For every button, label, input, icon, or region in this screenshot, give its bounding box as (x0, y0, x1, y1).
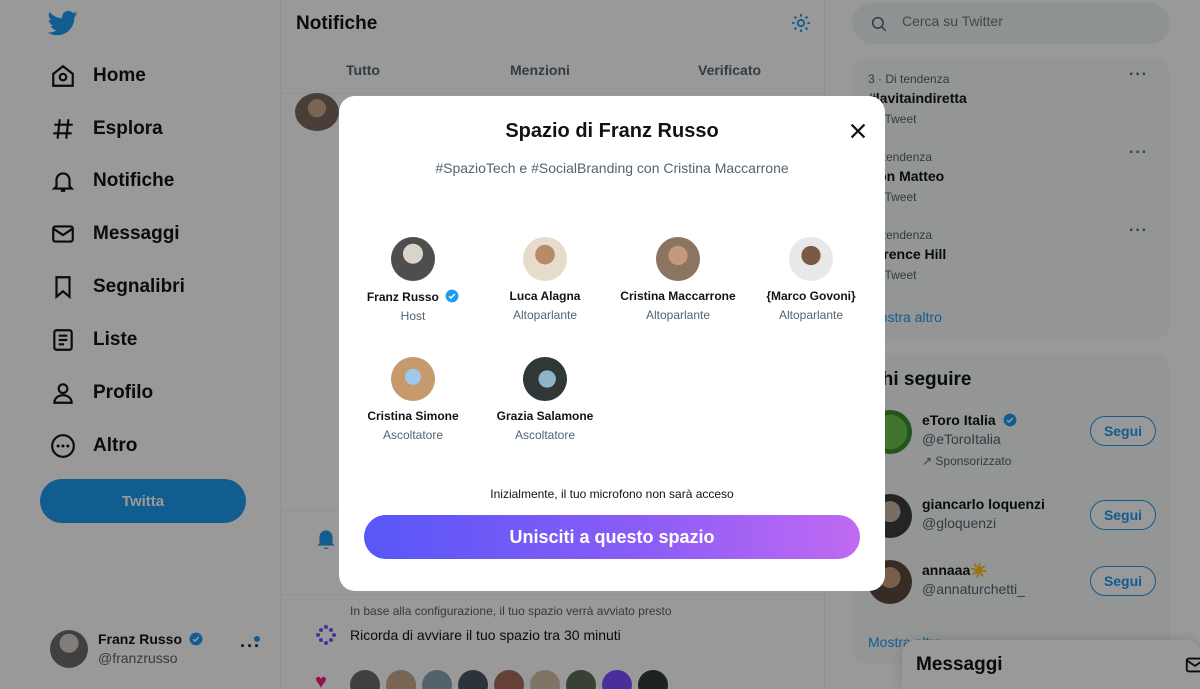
avatar (391, 357, 435, 401)
participant-name: Luca Alagna (509, 289, 581, 303)
participant-name: {Marco Govoni} (766, 289, 856, 303)
avatar (523, 357, 567, 401)
space-title: Spazio di Franz Russo (505, 120, 719, 142)
microphone-note: Inizialmente, il tuo microfono non sarà … (490, 487, 734, 501)
space-join-dialog: Spazio di Franz Russo #SpazioTech e #Soc… (339, 96, 885, 591)
participant[interactable]: {Marco Govoni} Altoparlante (745, 237, 877, 322)
participant-name: Franz Russo (366, 290, 439, 304)
participant-name: Cristina Maccarrone (620, 289, 736, 303)
space-subtitle: #SpazioTech e #SocialBranding con Cristi… (435, 160, 789, 176)
avatar (789, 237, 833, 281)
participant-name: Cristina Simone (367, 409, 459, 423)
participant[interactable]: Cristina Simone Ascoltatore (347, 357, 479, 442)
participant[interactable]: Franz Russo Host (347, 237, 479, 323)
participant-role: Ascoltatore (382, 428, 444, 442)
participant[interactable]: Grazia Salamone Ascoltatore (479, 357, 611, 442)
avatar (391, 237, 435, 281)
participant-name: Grazia Salamone (496, 409, 594, 423)
participant-role: Altoparlante (645, 308, 711, 322)
participant[interactable]: Luca Alagna Altoparlante (479, 237, 611, 322)
participant[interactable]: Cristina Maccarrone Altoparlante (612, 237, 744, 322)
join-space-button[interactable]: Unisciti a questo spazio (364, 515, 860, 559)
verified-badge-icon (445, 289, 459, 303)
participant-role: Ascoltatore (514, 428, 576, 442)
participant-name-row: Franz Russo (347, 289, 479, 304)
close-icon[interactable] (847, 120, 869, 142)
participant-role: Altoparlante (778, 308, 844, 322)
avatar (656, 237, 700, 281)
avatar (523, 237, 567, 281)
participant-role: Altoparlante (512, 308, 578, 322)
participant-role: Host (400, 309, 426, 323)
